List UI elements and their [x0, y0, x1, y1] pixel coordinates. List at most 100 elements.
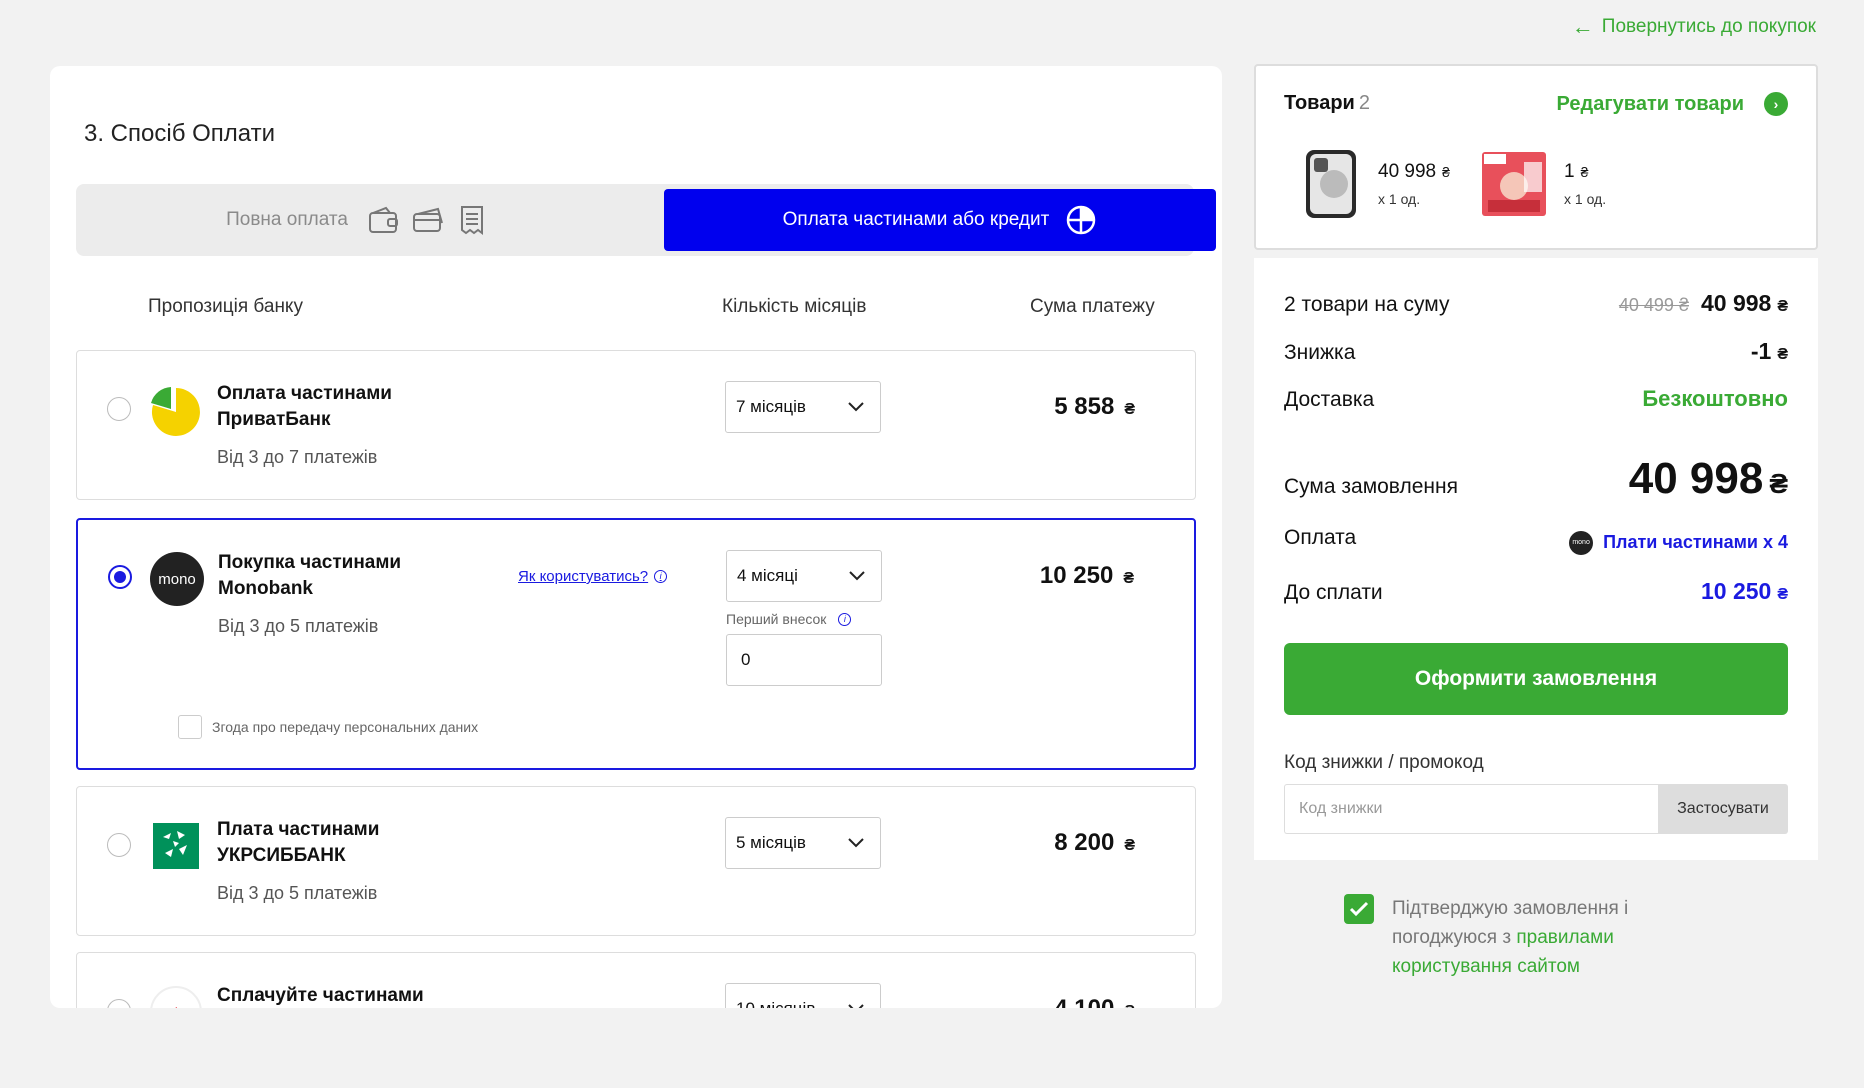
offer-radio[interactable]	[107, 999, 131, 1008]
discount-label: Знижка	[1284, 341, 1356, 364]
payment-label: Оплата	[1284, 526, 1357, 549]
months-select-value: 4 місяці	[737, 566, 798, 585]
chevron-down-icon	[848, 838, 864, 848]
bank-subtitle: Від 3 до 5 платежів	[217, 883, 378, 903]
ukrsibbank-logo	[153, 823, 199, 869]
payment-method-panel: 3. Спосіб Оплати Повна оплата Оплата час…	[50, 66, 1222, 1008]
payment-amount: 10 250 ₴	[1039, 562, 1134, 589]
confirm-text: Підтверджую замовлення і погоджуюся з пр…	[1392, 898, 1629, 977]
to-pay-label: До сплати	[1284, 581, 1383, 604]
promo-label: Код знижки / промокод	[1284, 752, 1484, 773]
months-select[interactable]: 4 місяці	[726, 550, 882, 602]
monobank-logo: mono	[1569, 530, 1594, 555]
bank-subtitle: Від 3 до 7 платежів	[217, 447, 378, 467]
order-sum-label: Сума замовлення	[1284, 475, 1458, 498]
edit-goods-label: Редагувати товари	[1556, 92, 1744, 115]
tab-credit-label: Оплата частинами або кредит	[782, 209, 1050, 230]
product-price: 1 ₴	[1564, 161, 1589, 182]
goods-title: Товари 2	[1284, 92, 1370, 114]
offer-radio[interactable]	[107, 397, 131, 421]
promo-code-input[interactable]	[1284, 784, 1658, 834]
check-icon	[1349, 901, 1369, 917]
first-payment-label: Перший внесок i	[726, 611, 852, 627]
goods-sum-label: 2 товари на суму	[1284, 293, 1450, 316]
offer-monobank[interactable]: mono Покупка частинами Monobank Від 3 до …	[76, 518, 1196, 770]
tab-full-payment[interactable]: Повна оплата	[76, 184, 636, 256]
cart-product[interactable]: 40 998 ₴ x 1 од.	[1292, 148, 1450, 220]
cart-goods-panel: Товари 2 Редагувати товари › 40 998 ₴ x 1 …	[1254, 64, 1818, 250]
confirm-terms-row: Підтверджую замовлення і погоджуюся з пр…	[1344, 894, 1672, 981]
tab-installments-credit[interactable]: Оплата частинами або кредит	[664, 189, 1216, 251]
bank-name: Плата частинами УКРСИББАНК	[217, 819, 380, 866]
bank-name: Оплата частинами ПриватБанк	[217, 383, 392, 430]
info-icon: i	[654, 570, 668, 583]
bank-subtitle: Від 3 до 5 платежів	[218, 616, 379, 636]
tab-full-label: Повна оплата	[226, 209, 348, 230]
product-thumbnail	[1306, 150, 1356, 218]
column-header-months: Кількість місяців	[722, 296, 867, 317]
months-select[interactable]: 10 місяців	[725, 983, 881, 1008]
payment-amount: 8 200 ₴	[1054, 829, 1135, 856]
product-qty: x 1 од.	[1378, 191, 1421, 207]
confirm-checkbox[interactable]	[1344, 894, 1374, 924]
order-summary-panel: 2 товари на суму 40 499 ₴ 40 998 ₴ Знижка …	[1254, 258, 1818, 860]
product-qty: x 1 од.	[1564, 191, 1607, 207]
info-icon: i	[838, 612, 852, 626]
order-sum-value: 40 998 ₴	[1628, 454, 1788, 503]
months-select[interactable]: 7 місяців	[725, 381, 881, 433]
card-icon	[412, 207, 443, 232]
months-select-value: 10 місяців	[736, 999, 815, 1008]
first-payment-input[interactable]	[726, 634, 882, 686]
bank-4-logo	[150, 986, 202, 1008]
offer-ukrsibbank[interactable]: Плата частинами УКРСИББАНК Від 3 до 5 пла…	[76, 786, 1196, 936]
receipt-icon	[460, 206, 483, 235]
edit-goods-link[interactable]: Редагувати товари ›	[1557, 92, 1788, 116]
months-select-value: 7 місяців	[736, 397, 806, 416]
arrow-left-icon: ←	[1571, 14, 1594, 39]
section-title: 3. Спосіб Оплати	[84, 120, 275, 147]
chevron-right-icon: ›	[1764, 92, 1788, 116]
summary-goods-row: 2 товари на суму 40 499 ₴ 40 998 ₴	[1284, 290, 1788, 317]
chevron-down-icon	[849, 571, 865, 581]
goods-sum-value: 40 998 ₴	[1700, 290, 1788, 316]
product-thumbnail	[1482, 152, 1546, 216]
bank-name: Покупка частинами Monobank	[218, 552, 402, 599]
back-to-shopping-link[interactable]: ← Повернутись до покупок	[1572, 16, 1816, 38]
offer-radio-selected[interactable]	[108, 565, 132, 589]
consent-label: Згода про передачу персональних даних	[212, 719, 479, 735]
place-order-button[interactable]: Оформити замовлення	[1284, 643, 1788, 715]
summary-order-sum-row: Сума замовлення 40 998 ₴	[1284, 454, 1788, 504]
summary-to-pay-row: До сплати 10 250 ₴	[1284, 578, 1788, 605]
column-header-sum: Сума платежу	[1030, 296, 1155, 317]
discount-value: -1 ₴	[1750, 338, 1788, 364]
months-select[interactable]: 5 місяців	[725, 817, 881, 869]
payment-tabs: Повна оплата Оплата частинами або кредит	[76, 184, 1216, 256]
offer-radio[interactable]	[107, 833, 131, 857]
to-pay-value: 10 250 ₴	[1700, 578, 1788, 604]
column-header-bank: Пропозиція банку	[148, 296, 303, 317]
summary-payment-row: Оплата mono Плати частинами x 4	[1284, 526, 1788, 555]
chevron-down-icon	[848, 402, 864, 412]
payment-plan-value: mono Плати частинами x 4	[1569, 530, 1788, 555]
cart-product[interactable]: 1 ₴ x 1 од.	[1478, 148, 1606, 220]
delivery-label: Доставка	[1284, 388, 1375, 411]
chevron-down-icon	[848, 1004, 864, 1008]
offer-bank-4[interactable]: Сплачуйте частинами 10 місяців 4 100₴	[76, 952, 1196, 1008]
old-price: 40 499 ₴	[1618, 295, 1689, 315]
installment-icon	[1067, 205, 1096, 235]
monobank-logo: mono	[150, 552, 204, 606]
apply-promo-button[interactable]: Застосувати	[1658, 784, 1788, 834]
consent-checkbox-row[interactable]: Згода про передачу персональних даних	[178, 715, 478, 739]
privatbank-logo	[151, 387, 200, 436]
how-to-use-link[interactable]: Як користуватись? i	[518, 568, 668, 585]
bank-name: Сплачуйте частинами	[217, 985, 424, 1006]
offer-privatbank[interactable]: Оплата частинами ПриватБанк Від 3 до 7 пл…	[76, 350, 1196, 500]
summary-discount-row: Знижка -1 ₴	[1284, 338, 1788, 365]
summary-delivery-row: Доставка Безкоштовно	[1284, 386, 1788, 412]
consent-checkbox[interactable]	[178, 715, 202, 739]
delivery-value: Безкоштовно	[1642, 386, 1788, 411]
back-link-label: Повернутись до покупок	[1601, 16, 1816, 37]
goods-count: 2	[1358, 92, 1370, 114]
months-select-value: 5 місяців	[736, 833, 806, 852]
payment-amount: 5 858 ₴	[1054, 393, 1135, 420]
